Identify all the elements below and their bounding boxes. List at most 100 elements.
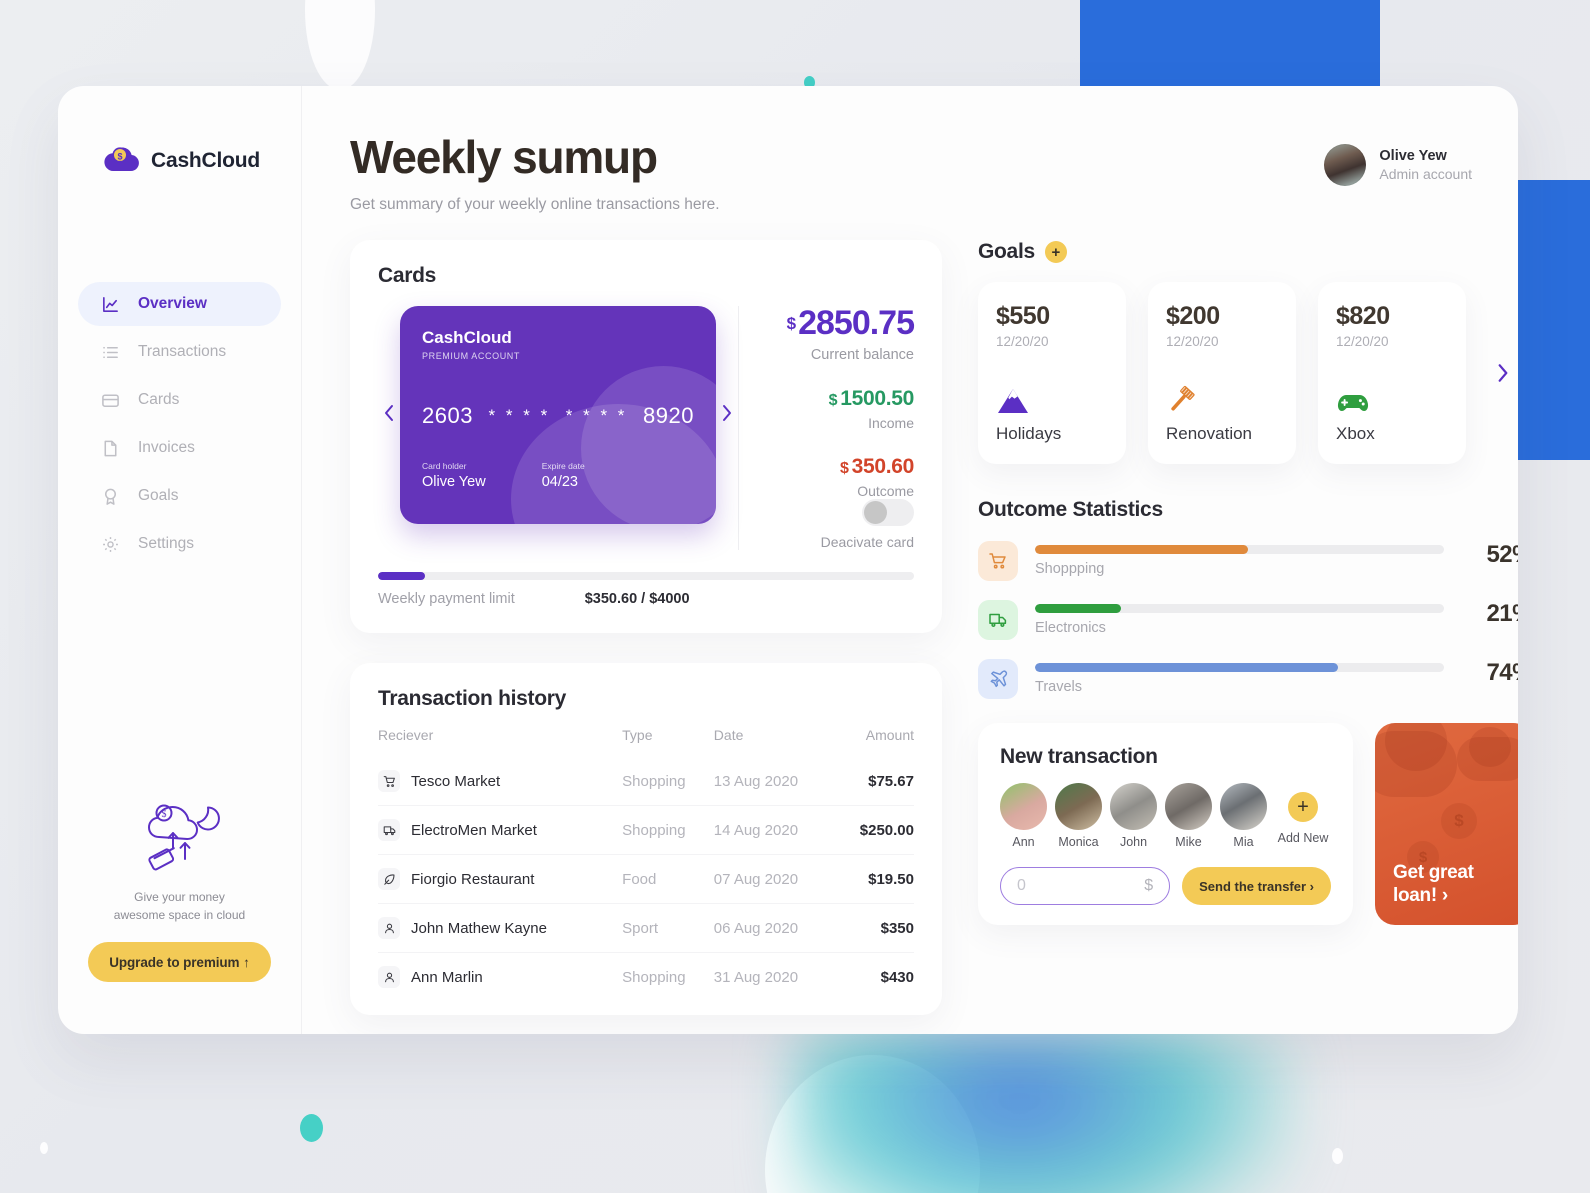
stat-row-travels: Travels 74%: [978, 659, 1518, 699]
sidebar-item-cards[interactable]: Cards: [78, 378, 281, 422]
stat-bar-fill: [1035, 604, 1121, 613]
cards-panel: Cards CashCloud PREMIUM ACCOUNT 2603 * *…: [350, 240, 942, 633]
sidebar-item-settings[interactable]: Settings: [78, 522, 281, 566]
brand-logo[interactable]: $ CashCloud: [58, 144, 301, 177]
next-goals-button[interactable]: [1490, 360, 1516, 386]
weekly-limit: Weekly payment limit $350.60 / $4000: [378, 572, 914, 607]
transaction-receiver-name: Fiorgio Restaurant: [411, 870, 535, 888]
card-holder-block: Card holder Olive Yew: [422, 461, 486, 490]
avatar: [1055, 783, 1102, 830]
main-content: Weekly sumup Get summary of your weekly …: [302, 86, 1518, 1034]
table-row[interactable]: Tesco Market Shopping 13 Aug 2020 $75.67: [378, 757, 914, 806]
prev-card-button[interactable]: [378, 402, 400, 424]
sidebar-item-label: Overview: [138, 295, 207, 312]
add-new-contact-button[interactable]: + Add New: [1275, 783, 1331, 849]
sidebar-item-overview[interactable]: Overview: [78, 282, 281, 326]
stat-bar-fill: [1035, 663, 1338, 672]
transaction-type: Shopping: [622, 772, 686, 790]
goal-amount: $200: [1166, 302, 1220, 330]
transaction-type: Sport: [622, 903, 714, 953]
goal-card-holidays[interactable]: $550 12/20/20 Holidays: [978, 282, 1126, 464]
current-balance-value: 2850.75: [798, 304, 915, 342]
outcome-statistics-title: Outcome Statistics: [978, 498, 1163, 521]
user-icon: [378, 917, 400, 939]
promo-line-1: Give your money: [134, 890, 225, 905]
current-balance-label: Current balance: [810, 347, 914, 363]
dollar-coin-icon: $: [1441, 803, 1477, 839]
profile-role: Admin account: [1379, 166, 1472, 182]
next-card-button[interactable]: [716, 402, 738, 424]
stat-label: Shoppping: [1035, 561, 1105, 577]
sidebar-item-label: Settings: [138, 535, 195, 552]
cart-icon: [978, 541, 1018, 581]
contact-name: Ann: [1012, 835, 1035, 849]
svg-text:$: $: [161, 809, 166, 820]
award-icon: [100, 486, 120, 506]
goals-header: Goals +: [978, 240, 1518, 264]
sidebar: $ CashCloud Overview Transactions Cards …: [58, 86, 302, 1034]
avatar: [1110, 783, 1157, 830]
contact-ann[interactable]: Ann: [1000, 783, 1047, 849]
new-transaction-title: New transaction: [1000, 745, 1158, 768]
sidebar-item-invoices[interactable]: Invoices: [78, 426, 281, 470]
page-title: Weekly sumup: [350, 131, 658, 183]
deactivate-card-label: Deacivate card: [820, 534, 914, 550]
weekly-limit-value: $350.60 / $4000: [584, 591, 690, 607]
card-number-mask-1: * * * *: [488, 406, 551, 425]
transaction-type: Shopping: [622, 952, 714, 1001]
upgrade-promo: $ Give your money awesome space in cloud…: [58, 793, 301, 1010]
mountain-icon: [996, 381, 1108, 415]
transaction-amount: $19.50: [835, 854, 914, 904]
document-icon: [100, 438, 120, 458]
contact-john[interactable]: John: [1110, 783, 1157, 849]
contact-name: Mike: [1175, 835, 1202, 849]
contact-mike[interactable]: Mike: [1165, 783, 1212, 849]
stat-bar-wrap: Travels: [1035, 659, 1444, 695]
brand-name: CashCloud: [151, 148, 261, 172]
sidebar-item-goals[interactable]: Goals: [78, 474, 281, 518]
add-new-label: Add New: [1277, 831, 1329, 845]
table-row[interactable]: ElectroMen Market Shopping 14 Aug 2020 $…: [378, 805, 914, 855]
card-expire-value: 04/23: [541, 474, 578, 490]
user-profile[interactable]: Olive Yew Admin account: [1324, 144, 1472, 186]
loan-line-1: Get great: [1393, 861, 1474, 883]
send-transfer-button[interactable]: Send the transfer ›: [1182, 867, 1331, 905]
outcome-block: $350.60 Outcome: [765, 455, 914, 499]
stat-label: Travels: [1035, 679, 1082, 695]
paint-roller-icon: [1166, 381, 1278, 415]
transaction-receiver-name: Tesco Market: [411, 772, 501, 790]
income-block: $1500.50 Income: [765, 387, 915, 431]
weekly-limit-fill: [378, 572, 426, 580]
currency-symbol: $: [1144, 877, 1154, 894]
sidebar-item-transactions[interactable]: Transactions: [78, 330, 281, 374]
stat-bar-track: [1035, 604, 1444, 613]
get-loan-card[interactable]: $ $ Get great loan! ›: [1375, 723, 1518, 925]
deactivate-card-toggle[interactable]: [862, 499, 914, 526]
add-goal-button[interactable]: +: [1044, 241, 1067, 263]
promo-line-2: awesome space in cloud: [113, 907, 246, 922]
contacts-list: Ann Monica John Mike Mia + Add New: [1000, 783, 1331, 849]
credit-card[interactable]: CashCloud PREMIUM ACCOUNT 2603 * * * * *…: [400, 306, 716, 524]
table-row[interactable]: Ann Marlin Shopping 31 Aug 2020 $430: [378, 952, 914, 1001]
card-number-last: 8920: [643, 403, 694, 428]
table-row[interactable]: Fiorgio Restaurant Food 07 Aug 2020 $19.…: [378, 854, 914, 904]
table-row[interactable]: John Mathew Kayne Sport 06 Aug 2020 $350: [378, 903, 914, 953]
card-account-type: PREMIUM ACCOUNT: [422, 351, 521, 361]
upgrade-to-premium-button[interactable]: Upgrade to premium ↑: [88, 942, 271, 982]
contact-mia[interactable]: Mia: [1220, 783, 1267, 849]
stat-bar-track: [1035, 545, 1444, 554]
transaction-receiver: Ann Marlin: [378, 966, 622, 988]
card-number-mask-2: * * * *: [565, 406, 628, 425]
card-expire-label: Expire date: [541, 461, 585, 471]
cart-icon: [378, 770, 400, 792]
card-expire-block: Expire date 04/23: [542, 461, 585, 490]
transfer-controls: 0 $ Send the transfer ›: [1000, 867, 1331, 905]
goal-card-renovation[interactable]: $200 12/20/20 Renovation: [1148, 282, 1296, 464]
stat-bar-wrap: Electronics: [1035, 600, 1444, 636]
amount-input[interactable]: 0 $: [1000, 867, 1171, 905]
card-number: 2603 * * * * * * * * 8920: [422, 403, 694, 429]
contact-monica[interactable]: Monica: [1055, 783, 1102, 849]
card-brand: CashCloud: [422, 328, 512, 347]
goal-card-xbox[interactable]: $820 12/20/20 Xbox: [1318, 282, 1466, 464]
cloud-money-illustration: $: [88, 793, 271, 879]
